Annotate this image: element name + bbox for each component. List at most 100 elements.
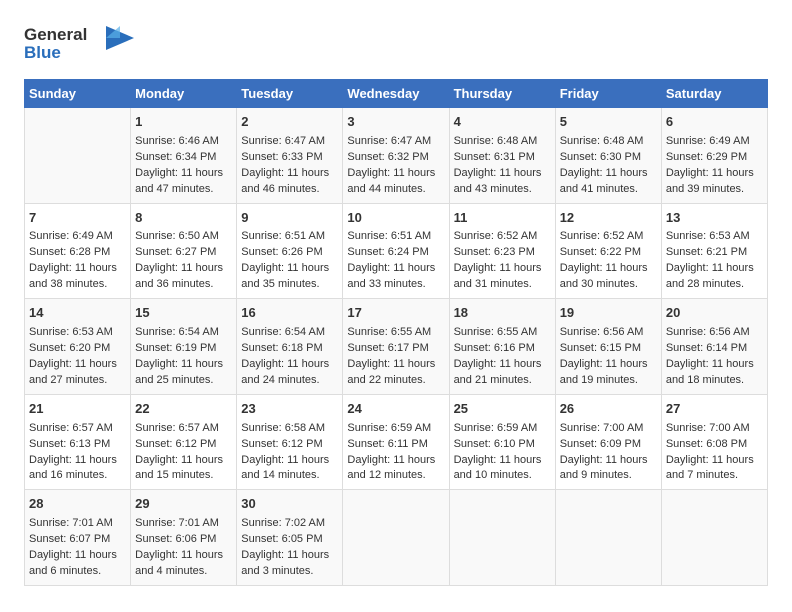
day-info: Sunrise: 7:00 AM Sunset: 6:08 PM Dayligh… bbox=[666, 421, 763, 485]
day-info: Sunrise: 6:49 AM Sunset: 6:29 PM Dayligh… bbox=[666, 134, 763, 198]
day-info: Sunrise: 6:56 AM Sunset: 6:15 PM Dayligh… bbox=[560, 325, 657, 389]
calendar-day: 15 Sunrise: 6:54 AM Sunset: 6:19 PM Dayli… bbox=[131, 299, 237, 395]
svg-text:General: General bbox=[24, 25, 87, 44]
day-number: 22 bbox=[135, 400, 232, 419]
calendar-day bbox=[449, 490, 555, 586]
day-info: Sunrise: 6:53 AM Sunset: 6:20 PM Dayligh… bbox=[29, 325, 126, 389]
day-number: 24 bbox=[347, 400, 444, 419]
calendar-header: SundayMondayTuesdayWednesdayThursdayFrid… bbox=[25, 80, 768, 108]
calendar-week: 7Sunrise: 6:49 AM Sunset: 6:28 PM Daylig… bbox=[25, 203, 768, 299]
calendar-day: 20 Sunrise: 6:56 AM Sunset: 6:14 PM Dayli… bbox=[661, 299, 767, 395]
calendar-day: 23 Sunrise: 6:58 AM Sunset: 6:12 PM Dayli… bbox=[237, 394, 343, 490]
calendar-day: 30 Sunrise: 7:02 AM Sunset: 6:05 PM Dayli… bbox=[237, 490, 343, 586]
day-number: 21 bbox=[29, 400, 126, 419]
calendar-day bbox=[555, 490, 661, 586]
day-info: Sunrise: 6:51 AM Sunset: 6:24 PM Dayligh… bbox=[347, 229, 444, 293]
calendar-day: 22 Sunrise: 6:57 AM Sunset: 6:12 PM Dayli… bbox=[131, 394, 237, 490]
day-info: Sunrise: 6:47 AM Sunset: 6:32 PM Dayligh… bbox=[347, 134, 444, 198]
day-info: Sunrise: 6:52 AM Sunset: 6:23 PM Dayligh… bbox=[454, 229, 551, 293]
weekday-header: Friday bbox=[555, 80, 661, 108]
calendar-day: 10Sunrise: 6:51 AM Sunset: 6:24 PM Dayli… bbox=[343, 203, 449, 299]
calendar-day: 11Sunrise: 6:52 AM Sunset: 6:23 PM Dayli… bbox=[449, 203, 555, 299]
day-info: Sunrise: 6:58 AM Sunset: 6:12 PM Dayligh… bbox=[241, 421, 338, 485]
calendar-day: 8Sunrise: 6:50 AM Sunset: 6:27 PM Daylig… bbox=[131, 203, 237, 299]
day-number: 9 bbox=[241, 209, 338, 228]
calendar-day: 9Sunrise: 6:51 AM Sunset: 6:26 PM Daylig… bbox=[237, 203, 343, 299]
calendar-day: 7Sunrise: 6:49 AM Sunset: 6:28 PM Daylig… bbox=[25, 203, 131, 299]
day-number: 26 bbox=[560, 400, 657, 419]
day-number: 20 bbox=[666, 304, 763, 323]
day-info: Sunrise: 6:54 AM Sunset: 6:19 PM Dayligh… bbox=[135, 325, 232, 389]
calendar-day: 12Sunrise: 6:52 AM Sunset: 6:22 PM Dayli… bbox=[555, 203, 661, 299]
day-info: Sunrise: 7:02 AM Sunset: 6:05 PM Dayligh… bbox=[241, 516, 338, 580]
day-number: 15 bbox=[135, 304, 232, 323]
day-info: Sunrise: 6:57 AM Sunset: 6:13 PM Dayligh… bbox=[29, 421, 126, 485]
day-info: Sunrise: 6:49 AM Sunset: 6:28 PM Dayligh… bbox=[29, 229, 126, 293]
day-info: Sunrise: 6:55 AM Sunset: 6:17 PM Dayligh… bbox=[347, 325, 444, 389]
day-info: Sunrise: 6:56 AM Sunset: 6:14 PM Dayligh… bbox=[666, 325, 763, 389]
calendar-day: 14 Sunrise: 6:53 AM Sunset: 6:20 PM Dayli… bbox=[25, 299, 131, 395]
calendar-day: 16Sunrise: 6:54 AM Sunset: 6:18 PM Dayli… bbox=[237, 299, 343, 395]
day-number: 17 bbox=[347, 304, 444, 323]
calendar-day bbox=[25, 108, 131, 204]
calendar-week: 14 Sunrise: 6:53 AM Sunset: 6:20 PM Dayli… bbox=[25, 299, 768, 395]
day-number: 10 bbox=[347, 209, 444, 228]
day-number: 18 bbox=[454, 304, 551, 323]
calendar-day: 6 Sunrise: 6:49 AM Sunset: 6:29 PM Daylig… bbox=[661, 108, 767, 204]
day-info: Sunrise: 6:59 AM Sunset: 6:10 PM Dayligh… bbox=[454, 421, 551, 485]
day-info: Sunrise: 6:51 AM Sunset: 6:26 PM Dayligh… bbox=[241, 229, 338, 293]
calendar-week: 1 Sunrise: 6:46 AM Sunset: 6:34 PM Daylig… bbox=[25, 108, 768, 204]
day-info: Sunrise: 6:55 AM Sunset: 6:16 PM Dayligh… bbox=[454, 325, 551, 389]
day-number: 7 bbox=[29, 209, 126, 228]
weekday-header: Monday bbox=[131, 80, 237, 108]
day-info: Sunrise: 7:01 AM Sunset: 6:07 PM Dayligh… bbox=[29, 516, 126, 580]
day-number: 5 bbox=[560, 113, 657, 132]
day-info: Sunrise: 6:52 AM Sunset: 6:22 PM Dayligh… bbox=[560, 229, 657, 293]
calendar-day: 4 Sunrise: 6:48 AM Sunset: 6:31 PM Daylig… bbox=[449, 108, 555, 204]
day-number: 2 bbox=[241, 113, 338, 132]
day-number: 29 bbox=[135, 495, 232, 514]
logo-text: General Blue bbox=[24, 20, 134, 69]
weekday-header: Tuesday bbox=[237, 80, 343, 108]
calendar-day bbox=[661, 490, 767, 586]
day-number: 16 bbox=[241, 304, 338, 323]
day-number: 27 bbox=[666, 400, 763, 419]
day-number: 13 bbox=[666, 209, 763, 228]
calendar-day: 28 Sunrise: 7:01 AM Sunset: 6:07 PM Dayli… bbox=[25, 490, 131, 586]
calendar-week: 21 Sunrise: 6:57 AM Sunset: 6:13 PM Dayli… bbox=[25, 394, 768, 490]
calendar-day: 17 Sunrise: 6:55 AM Sunset: 6:17 PM Dayli… bbox=[343, 299, 449, 395]
calendar-day: 25 Sunrise: 6:59 AM Sunset: 6:10 PM Dayli… bbox=[449, 394, 555, 490]
logo: General Blue bbox=[24, 20, 134, 69]
calendar-day: 5Sunrise: 6:48 AM Sunset: 6:30 PM Daylig… bbox=[555, 108, 661, 204]
day-number: 3 bbox=[347, 113, 444, 132]
calendar-week: 28 Sunrise: 7:01 AM Sunset: 6:07 PM Dayli… bbox=[25, 490, 768, 586]
day-number: 14 bbox=[29, 304, 126, 323]
calendar-day: 27 Sunrise: 7:00 AM Sunset: 6:08 PM Dayli… bbox=[661, 394, 767, 490]
day-number: 12 bbox=[560, 209, 657, 228]
calendar-day: 2 Sunrise: 6:47 AM Sunset: 6:33 PM Daylig… bbox=[237, 108, 343, 204]
day-number: 11 bbox=[454, 209, 551, 228]
day-number: 19 bbox=[560, 304, 657, 323]
day-number: 28 bbox=[29, 495, 126, 514]
page-header: General Blue bbox=[24, 20, 768, 69]
calendar-day: 1 Sunrise: 6:46 AM Sunset: 6:34 PM Daylig… bbox=[131, 108, 237, 204]
day-number: 8 bbox=[135, 209, 232, 228]
day-number: 4 bbox=[454, 113, 551, 132]
day-number: 6 bbox=[666, 113, 763, 132]
day-number: 25 bbox=[454, 400, 551, 419]
day-info: Sunrise: 6:46 AM Sunset: 6:34 PM Dayligh… bbox=[135, 134, 232, 198]
calendar-table: SundayMondayTuesdayWednesdayThursdayFrid… bbox=[24, 79, 768, 586]
weekday-header: Saturday bbox=[661, 80, 767, 108]
day-number: 30 bbox=[241, 495, 338, 514]
calendar-day: 18 Sunrise: 6:55 AM Sunset: 6:16 PM Dayli… bbox=[449, 299, 555, 395]
day-number: 1 bbox=[135, 113, 232, 132]
svg-text:Blue: Blue bbox=[24, 43, 61, 62]
calendar-day: 3 Sunrise: 6:47 AM Sunset: 6:32 PM Daylig… bbox=[343, 108, 449, 204]
day-info: Sunrise: 6:47 AM Sunset: 6:33 PM Dayligh… bbox=[241, 134, 338, 198]
day-info: Sunrise: 6:48 AM Sunset: 6:31 PM Dayligh… bbox=[454, 134, 551, 198]
day-info: Sunrise: 7:01 AM Sunset: 6:06 PM Dayligh… bbox=[135, 516, 232, 580]
calendar-day: 26Sunrise: 7:00 AM Sunset: 6:09 PM Dayli… bbox=[555, 394, 661, 490]
day-number: 23 bbox=[241, 400, 338, 419]
day-info: Sunrise: 6:57 AM Sunset: 6:12 PM Dayligh… bbox=[135, 421, 232, 485]
day-info: Sunrise: 6:50 AM Sunset: 6:27 PM Dayligh… bbox=[135, 229, 232, 293]
